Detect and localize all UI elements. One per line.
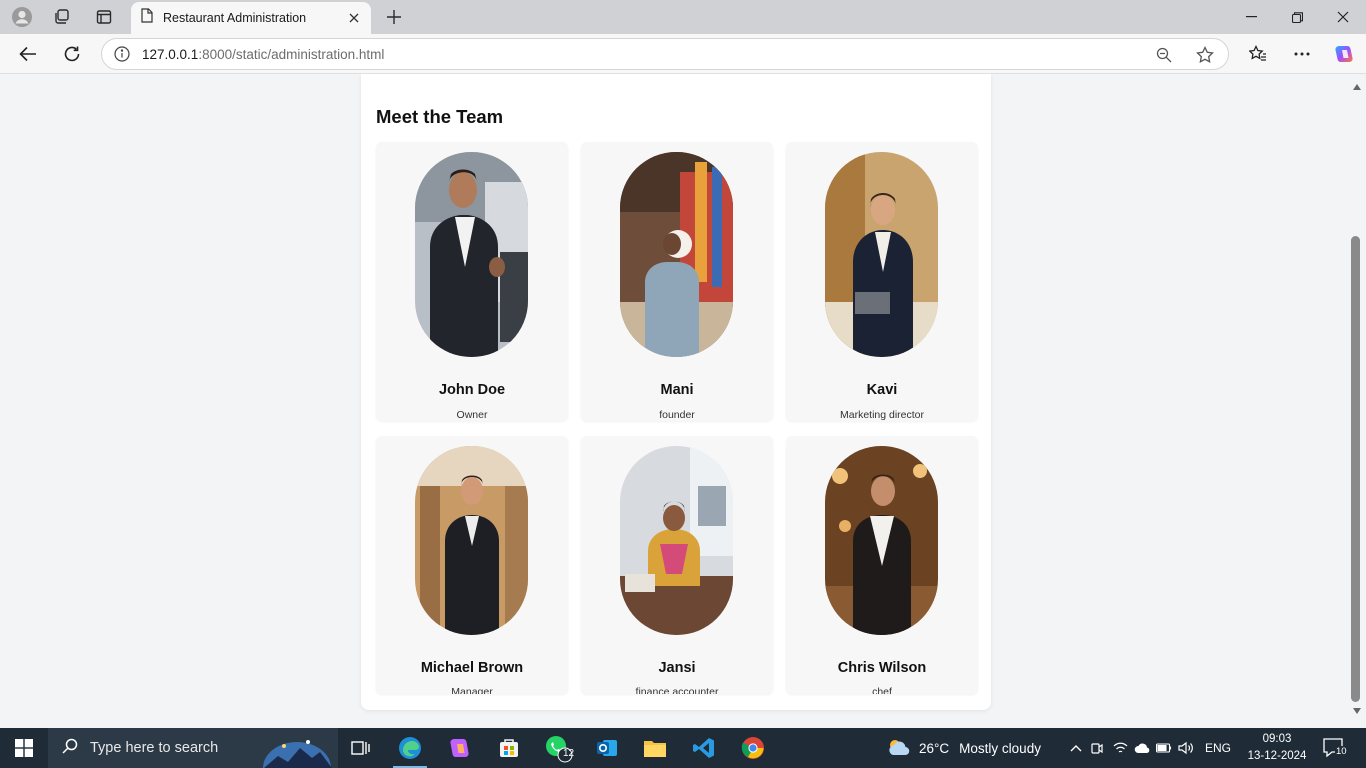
info-icon[interactable] <box>102 46 142 62</box>
clock[interactable]: 09:03 13-12-2024 <box>1240 731 1314 765</box>
whatsapp-badge: 12 <box>563 748 575 759</box>
close-window-icon[interactable] <box>1320 0 1366 34</box>
team-card: John Doe Owner <box>376 142 568 421</box>
system-tray: ENG <box>1067 728 1231 768</box>
outlook-taskbar-icon[interactable] <box>584 728 630 768</box>
more-menu-icon[interactable] <box>1288 40 1316 68</box>
search-highlight-icon <box>262 732 332 768</box>
copilot-taskbar-icon[interactable] <box>436 728 482 768</box>
member-role: chef <box>872 686 892 694</box>
clock-time: 09:03 <box>1262 733 1292 745</box>
restore-icon[interactable] <box>1274 0 1320 34</box>
cloud-sun-icon <box>886 737 912 760</box>
chevron-up-icon[interactable] <box>1067 744 1085 752</box>
scroll-down-icon[interactable] <box>1352 706 1362 716</box>
weather-temp: 26°C <box>919 740 950 756</box>
browser-toolbar: 127.0.0.1:8000/static/administration.htm… <box>0 34 1366 74</box>
weather-text: Mostly cloudy <box>959 740 1041 756</box>
team-photo <box>620 152 733 357</box>
weather-widget[interactable]: 26°C Mostly cloudy <box>886 728 1041 768</box>
section-heading: Meet the Team <box>376 106 504 127</box>
tab-title: Restaurant Administration <box>163 11 307 25</box>
copilot-icon[interactable] <box>1330 40 1358 68</box>
profile-icon[interactable] <box>10 5 34 29</box>
wifi-icon[interactable] <box>1109 742 1131 754</box>
member-role: founder <box>659 409 695 421</box>
edge-taskbar-icon[interactable] <box>387 728 433 768</box>
team-photo <box>620 446 733 635</box>
team-photo <box>415 446 528 635</box>
search-icon <box>62 738 78 759</box>
favorite-star-icon[interactable] <box>1196 39 1214 71</box>
zoom-icon[interactable] <box>1156 39 1172 71</box>
team-photo <box>825 152 938 357</box>
team-section: Meet the Team John Doe Owner Mani founde… <box>361 74 991 710</box>
meet-now-icon[interactable] <box>1085 741 1109 755</box>
tab-actions-icon[interactable] <box>92 5 116 29</box>
workspaces-icon[interactable] <box>50 5 74 29</box>
page-viewport: Meet the Team John Doe Owner Mani founde… <box>0 74 1348 726</box>
vscode-taskbar-icon[interactable] <box>681 728 727 768</box>
chrome-taskbar-icon[interactable] <box>730 728 776 768</box>
team-card: Chris Wilson chef <box>786 436 978 694</box>
scroll-thumb[interactable] <box>1351 236 1360 702</box>
windows-start-icon[interactable] <box>0 728 48 768</box>
address-bar[interactable]: 127.0.0.1:8000/static/administration.htm… <box>101 38 1229 70</box>
file-explorer-taskbar-icon[interactable] <box>632 728 678 768</box>
task-view-icon[interactable] <box>338 728 384 768</box>
favorites-icon[interactable] <box>1244 40 1272 68</box>
member-role: finance accounter <box>635 686 719 694</box>
team-card: Jansi finance accounter <box>581 436 773 694</box>
team-photo <box>415 152 528 357</box>
new-tab-icon[interactable] <box>382 5 406 29</box>
taskbar-search[interactable]: Type here to search <box>48 728 338 768</box>
member-role: Manager <box>451 686 493 694</box>
tab-active[interactable]: Restaurant Administration <box>131 2 371 34</box>
member-name: Mani <box>660 382 694 398</box>
team-card: Kavi Marketing director <box>786 142 978 421</box>
close-tab-icon[interactable] <box>343 7 365 29</box>
tab-bar: Restaurant Administration <box>0 0 1366 34</box>
team-card: Michael Brown Manager <box>376 436 568 694</box>
member-role: Marketing director <box>839 409 925 421</box>
refresh-icon[interactable] <box>58 40 86 68</box>
battery-icon[interactable] <box>1153 743 1175 753</box>
member-name: Chris Wilson <box>837 660 927 676</box>
onedrive-icon[interactable] <box>1131 743 1153 753</box>
volume-icon[interactable] <box>1175 741 1197 755</box>
scroll-up-icon[interactable] <box>1352 82 1362 92</box>
page-scrollbar[interactable] <box>1348 74 1366 726</box>
store-taskbar-icon[interactable] <box>486 728 532 768</box>
notification-count: 10 <box>1335 746 1348 757</box>
member-name: Michael Brown <box>420 660 524 676</box>
team-card: Mani founder <box>581 142 773 421</box>
member-name: Kavi <box>866 382 898 398</box>
team-photo <box>825 446 938 635</box>
clock-date: 13-12-2024 <box>1247 750 1307 762</box>
url-text[interactable]: 127.0.0.1:8000/static/administration.htm… <box>142 47 384 62</box>
language-indicator[interactable]: ENG <box>1205 741 1231 755</box>
search-placeholder: Type here to search <box>90 740 219 756</box>
page-icon <box>141 8 153 28</box>
whatsapp-taskbar-icon[interactable]: 12 <box>535 728 581 768</box>
member-role: Owner <box>456 409 488 421</box>
back-icon[interactable] <box>14 40 42 68</box>
notification-icon[interactable]: 10 <box>1320 734 1350 762</box>
member-name: Jansi <box>658 660 696 676</box>
taskbar: Type here to search 12 26°C Mostly cloud… <box>0 728 1366 768</box>
member-name: John Doe <box>438 382 506 398</box>
minimize-icon[interactable] <box>1228 0 1274 34</box>
